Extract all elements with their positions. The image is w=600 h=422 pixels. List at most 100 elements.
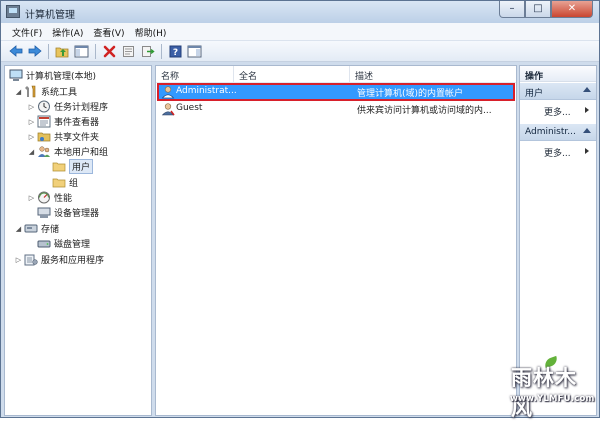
user-name: Administrat... <box>176 86 236 96</box>
title-bar[interactable]: 计算机管理 – □ ✕ <box>1 1 599 23</box>
more-actions-label: 更多... <box>544 149 571 159</box>
services-apps-icon <box>24 253 38 266</box>
actions-section-administrator[interactable]: Administr... <box>520 124 596 141</box>
users-list[interactable]: 名称 全名 描述 Administrat... 管理计算机(域)的内置帐户 Gu… <box>155 65 517 416</box>
tree-item-root[interactable]: 计算机管理(本地) <box>8 68 96 83</box>
show-hide-tree-icon <box>74 45 89 57</box>
show-hide-action-pane-icon <box>187 45 202 57</box>
collapsed-arrow-icon[interactable]: ▷ <box>27 118 36 126</box>
up-level-button[interactable] <box>54 43 71 59</box>
maximize-button[interactable]: □ <box>525 1 551 18</box>
tree-item-system-tools[interactable]: ◢ 系统工具 <box>14 84 77 99</box>
svg-text:?: ? <box>173 48 178 58</box>
chevron-right-icon <box>585 148 589 154</box>
toolbar: ? <box>1 41 599 62</box>
tree-item-event-viewer[interactable]: ▷ 事件查看器 <box>27 114 99 129</box>
toolbar-separator <box>95 43 96 59</box>
tree-item-users[interactable]: 用户 <box>51 159 94 174</box>
console-tree[interactable]: 计算机管理(本地) ◢ 系统工具 ▷ 任务计划程序 ▷ 事件查看器 ▷ 共享文件… <box>4 65 152 416</box>
properties-icon <box>123 45 134 57</box>
watermark: 雨林木风 www.YLMFU.com <box>508 355 598 420</box>
tree-item-shared-folders[interactable]: ▷ 共享文件夹 <box>27 129 99 144</box>
expanded-arrow-icon[interactable]: ◢ <box>14 88 23 96</box>
help-icon: ? <box>169 45 182 58</box>
tree-item-groups[interactable]: 组 <box>51 175 78 190</box>
menu-action[interactable]: 操作(A) <box>47 23 88 40</box>
export-list-button[interactable] <box>139 43 156 59</box>
collapse-up-icon[interactable] <box>583 128 591 133</box>
forward-arrow-icon <box>28 45 42 57</box>
watermark-url: www.YLMFU.com <box>510 394 595 404</box>
toolbar-separator <box>48 43 49 59</box>
user-icon <box>161 103 175 116</box>
show-hide-action-pane-button[interactable] <box>186 43 203 59</box>
expanded-arrow-icon[interactable]: ◢ <box>27 148 36 156</box>
collapsed-arrow-icon[interactable]: ▷ <box>14 256 23 264</box>
menu-file[interactable]: 文件(F) <box>7 23 47 40</box>
back-button[interactable] <box>7 43 24 59</box>
disk-management-icon <box>37 237 51 250</box>
actions-header: 操作 <box>520 66 596 82</box>
menu-view[interactable]: 查看(V) <box>88 23 129 40</box>
tree-item-performance[interactable]: ▷ 性能 <box>27 190 72 205</box>
computer-management-icon <box>9 69 23 82</box>
tree-item-disk-management[interactable]: 磁盘管理 <box>36 236 90 251</box>
actions-more-users[interactable]: 更多... <box>520 103 596 118</box>
delete-icon <box>103 45 116 57</box>
computer-management-icon <box>6 5 20 18</box>
properties-button[interactable] <box>120 43 137 59</box>
computer-management-window: 计算机管理 – □ ✕ 文件(F) 操作(A) 查看(V) 帮助(H) ? 计算… <box>0 0 600 420</box>
chevron-right-icon <box>585 107 589 113</box>
system-tools-icon <box>24 85 38 98</box>
shared-folder-icon <box>37 130 51 143</box>
toolbar-separator <box>161 43 162 59</box>
help-button[interactable]: ? <box>167 43 184 59</box>
column-header-name[interactable]: 名称 <box>156 66 234 82</box>
window-controls: – □ ✕ <box>499 1 593 19</box>
close-button[interactable]: ✕ <box>551 1 593 18</box>
minimize-button[interactable]: – <box>499 1 525 18</box>
collapse-up-icon[interactable] <box>583 87 591 92</box>
tree-item-storage[interactable]: ◢ 存储 <box>14 221 59 236</box>
menu-help[interactable]: 帮助(H) <box>130 23 172 40</box>
user-description: 管理计算机(域)的内置帐户 <box>357 89 464 99</box>
actions-more-administrator[interactable]: 更多... <box>520 144 596 159</box>
forward-button[interactable] <box>26 43 43 59</box>
up-folder-icon <box>55 47 69 57</box>
actions-section-label: Administr... <box>525 127 576 137</box>
column-header-full-name[interactable]: 全名 <box>234 66 350 82</box>
watermark-logo: 雨林木风 <box>511 366 577 420</box>
folder-icon <box>52 160 66 173</box>
performance-icon <box>37 191 51 204</box>
device-manager-icon <box>37 206 51 219</box>
tree-item-device-manager[interactable]: 设备管理器 <box>36 205 99 220</box>
actions-section-label: 用户 <box>525 89 544 99</box>
collapsed-arrow-icon[interactable]: ▷ <box>27 194 36 202</box>
expanded-arrow-icon[interactable]: ◢ <box>14 225 23 233</box>
user-name: Guest <box>176 103 203 113</box>
collapsed-arrow-icon[interactable]: ▷ <box>27 133 36 141</box>
header-divider <box>156 82 516 83</box>
back-arrow-icon <box>8 45 22 57</box>
list-row-administrator[interactable]: Administrat... 管理计算机(域)的内置帐户 <box>157 83 515 101</box>
list-row-guest[interactable]: Guest 供来宾访问计算机或访问域的内... <box>158 101 514 117</box>
user-description: 供来宾访问计算机或访问域的内... <box>357 106 492 116</box>
column-header-description[interactable]: 描述 <box>350 66 516 82</box>
more-actions-label: 更多... <box>544 108 571 118</box>
tree-item-task-scheduler[interactable]: ▷ 任务计划程序 <box>27 99 108 114</box>
users-groups-icon <box>37 145 51 158</box>
user-icon <box>161 86 175 99</box>
clock-icon <box>37 100 51 113</box>
delete-button[interactable] <box>101 43 118 59</box>
tree-item-local-users-groups[interactable]: ◢ 本地用户和组 <box>27 144 108 159</box>
show-hide-tree-button[interactable] <box>73 43 90 59</box>
storage-icon <box>24 222 38 235</box>
window-title: 计算机管理 <box>25 10 75 21</box>
tree-item-services-apps[interactable]: ▷ 服务和应用程序 <box>14 252 104 267</box>
collapsed-arrow-icon[interactable]: ▷ <box>27 103 36 111</box>
menu-bar: 文件(F) 操作(A) 查看(V) 帮助(H) <box>1 23 599 41</box>
export-icon <box>141 45 155 57</box>
event-viewer-icon <box>37 115 51 128</box>
folder-icon <box>52 176 66 189</box>
actions-section-users[interactable]: 用户 <box>520 83 596 100</box>
